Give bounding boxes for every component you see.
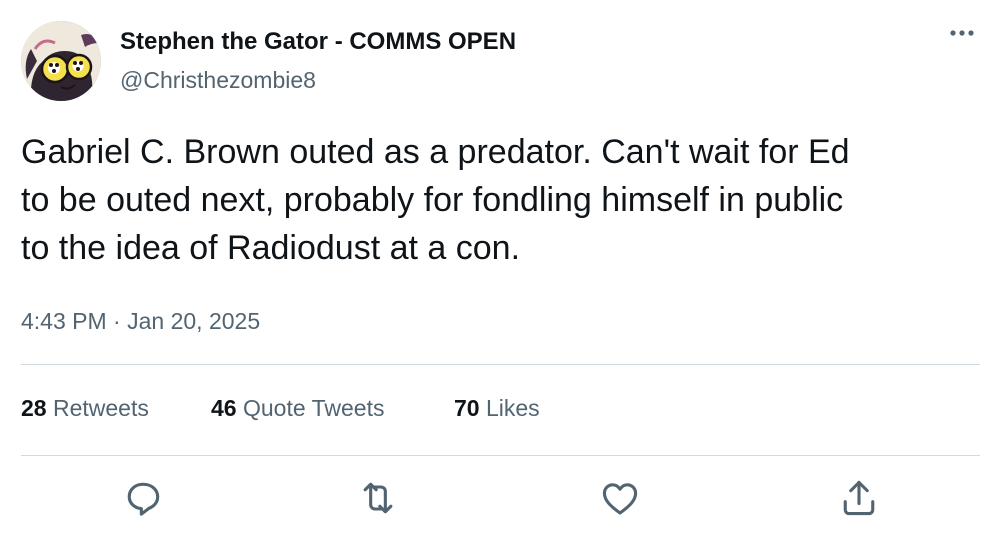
likes-count: 70 [454,395,480,421]
retweets-label: Retweets [52,395,149,421]
avatar-image [21,21,101,101]
more-horizontal-icon [950,30,974,36]
tweet-timestamp: 4:43 PM · Jan 20, 2025 [21,308,260,335]
author-display-name[interactable]: Stephen the Gator - COMMS OPEN [120,28,516,56]
quote-tweets-stat[interactable]: 46 Quote Tweets [211,395,384,422]
share-icon [843,480,875,516]
tweet-card: Stephen the Gator - COMMS OPEN @Christhe… [0,0,1000,558]
author-handle[interactable]: @Christhezombie8 [120,67,316,94]
divider-bottom [21,455,980,456]
quote-tweets-label: Quote Tweets [242,395,385,421]
retweets-stat[interactable]: 28 Retweets [21,395,149,422]
like-button[interactable] [598,476,642,520]
tweet-time-link[interactable]: 4:43 PM [21,308,107,334]
quote-tweets-count: 46 [211,395,237,421]
reply-icon [127,482,160,516]
share-button[interactable] [837,476,881,520]
likes-stat[interactable]: 70 Likes [454,395,540,422]
retweet-button[interactable] [356,476,400,520]
likes-label: Likes [485,395,540,421]
meta-separator: · [113,308,121,334]
retweets-count: 28 [21,395,47,421]
divider-top [21,364,980,365]
more-options-button[interactable] [940,18,984,48]
avatar[interactable] [21,21,101,101]
reply-button[interactable] [121,476,165,520]
tweet-text: Gabriel C. Brown outed as a predator. Ca… [21,133,850,267]
tweet-date-link[interactable]: Jan 20, 2025 [127,308,260,334]
retweet-icon [363,482,393,514]
heart-icon [602,483,638,515]
